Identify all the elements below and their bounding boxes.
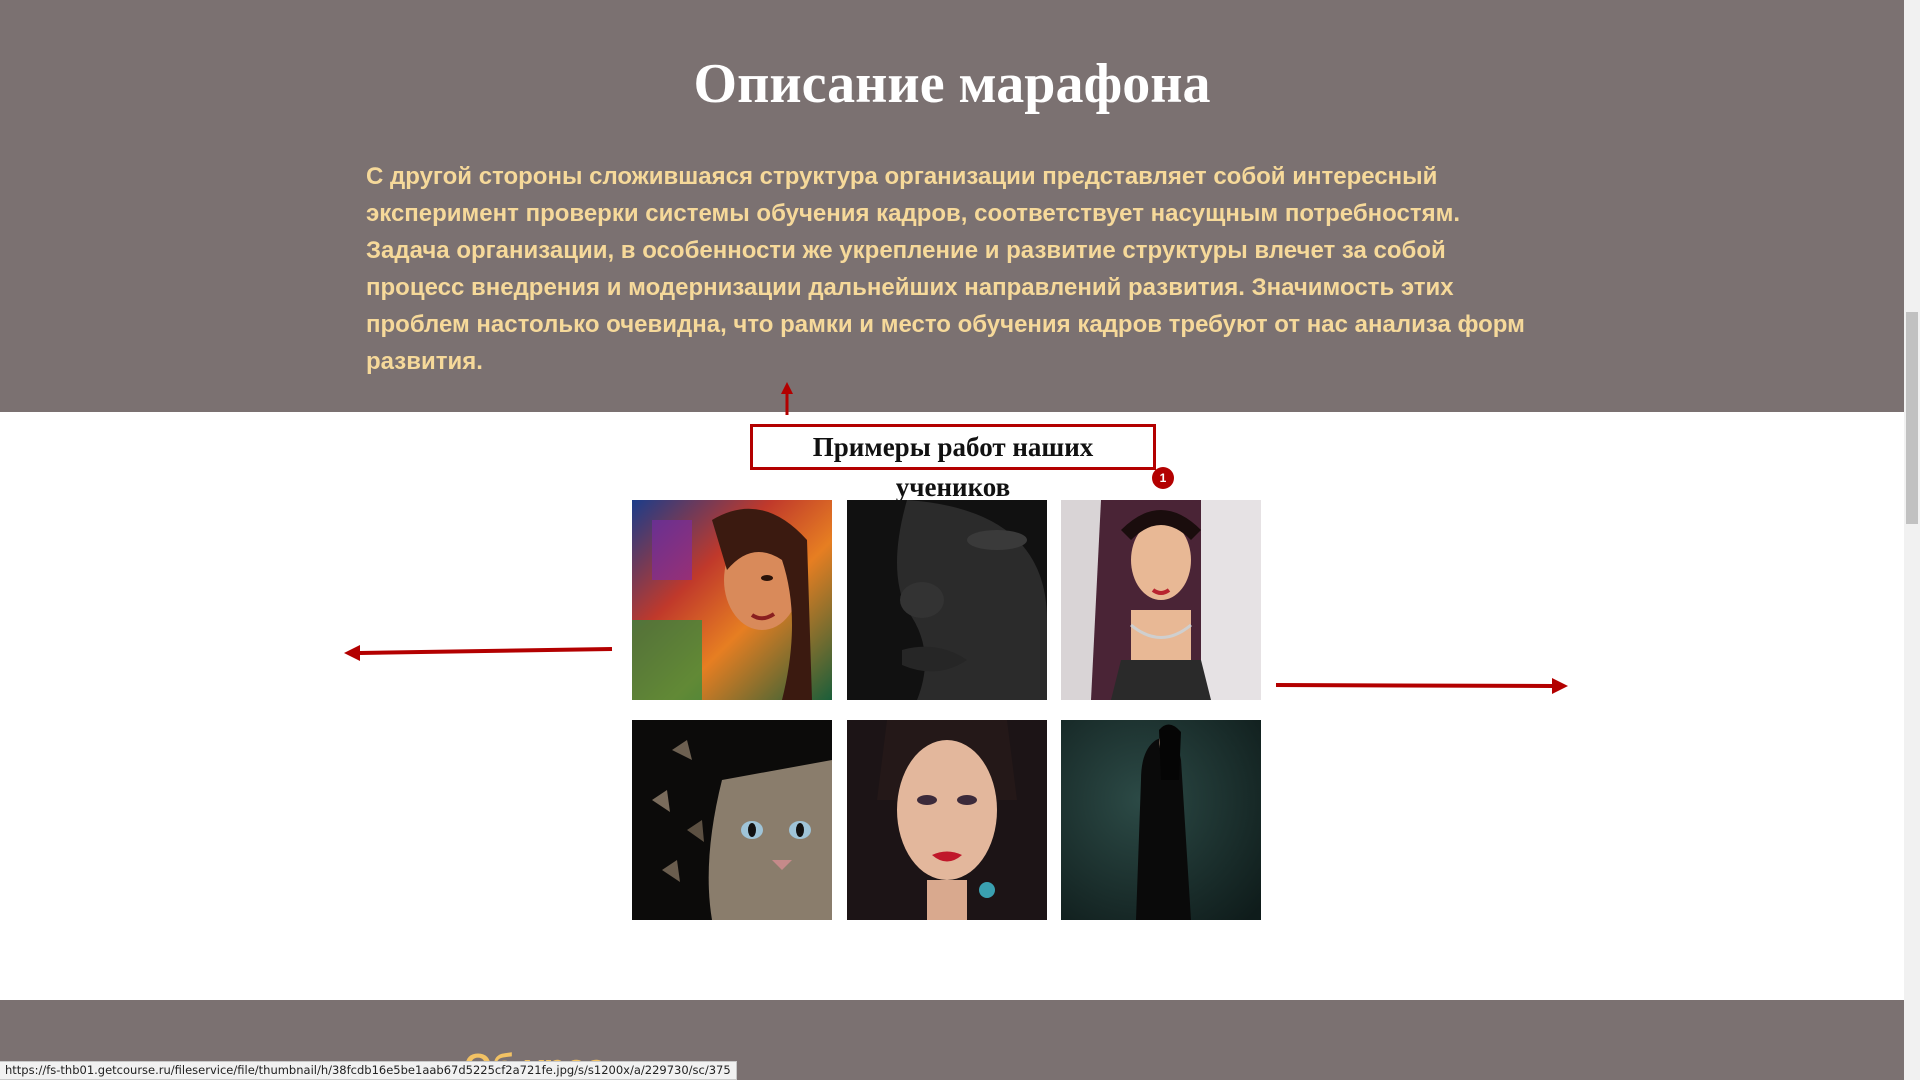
description-paragraph-1: С другой стороны сложившаяся структура о… [366, 163, 1461, 227]
page-scrollbar[interactable] [1904, 0, 1920, 1080]
gallery-image-black-dress[interactable] [1061, 720, 1261, 920]
makeup-portrait-image [847, 720, 1047, 920]
page: Описание марафона С другой стороны сложи… [0, 0, 1904, 1080]
gallery-image-dark-face[interactable] [847, 500, 1047, 700]
description-text: С другой стороны сложившаяся структура о… [366, 158, 1546, 380]
gallery-title: Примеры работ наших учеников [750, 424, 1156, 502]
dispersion-cat-image [632, 720, 832, 920]
description-paragraph-2: Задача организации, в особенности же укр… [366, 237, 1525, 375]
gallery-image-colorful-portrait[interactable] [632, 500, 832, 700]
woman-jewelry-image [1061, 500, 1261, 700]
gallery-image-dispersion-cat[interactable] [632, 720, 832, 920]
black-dress-image [1061, 720, 1261, 920]
section-title: Описание марафона [693, 53, 1211, 115]
colorful-portrait-image [632, 500, 832, 700]
dark-face-image [847, 500, 1047, 700]
gallery-image-makeup-portrait[interactable] [847, 720, 1047, 920]
gallery-image-woman-jewelry[interactable] [1061, 500, 1261, 700]
browser-status-bar: https://fs-thb01.getcourse.ru/fileservic… [0, 1061, 737, 1080]
annotation-badge: 1 [1152, 467, 1174, 489]
scrollbar-thumb[interactable] [1906, 312, 1918, 524]
